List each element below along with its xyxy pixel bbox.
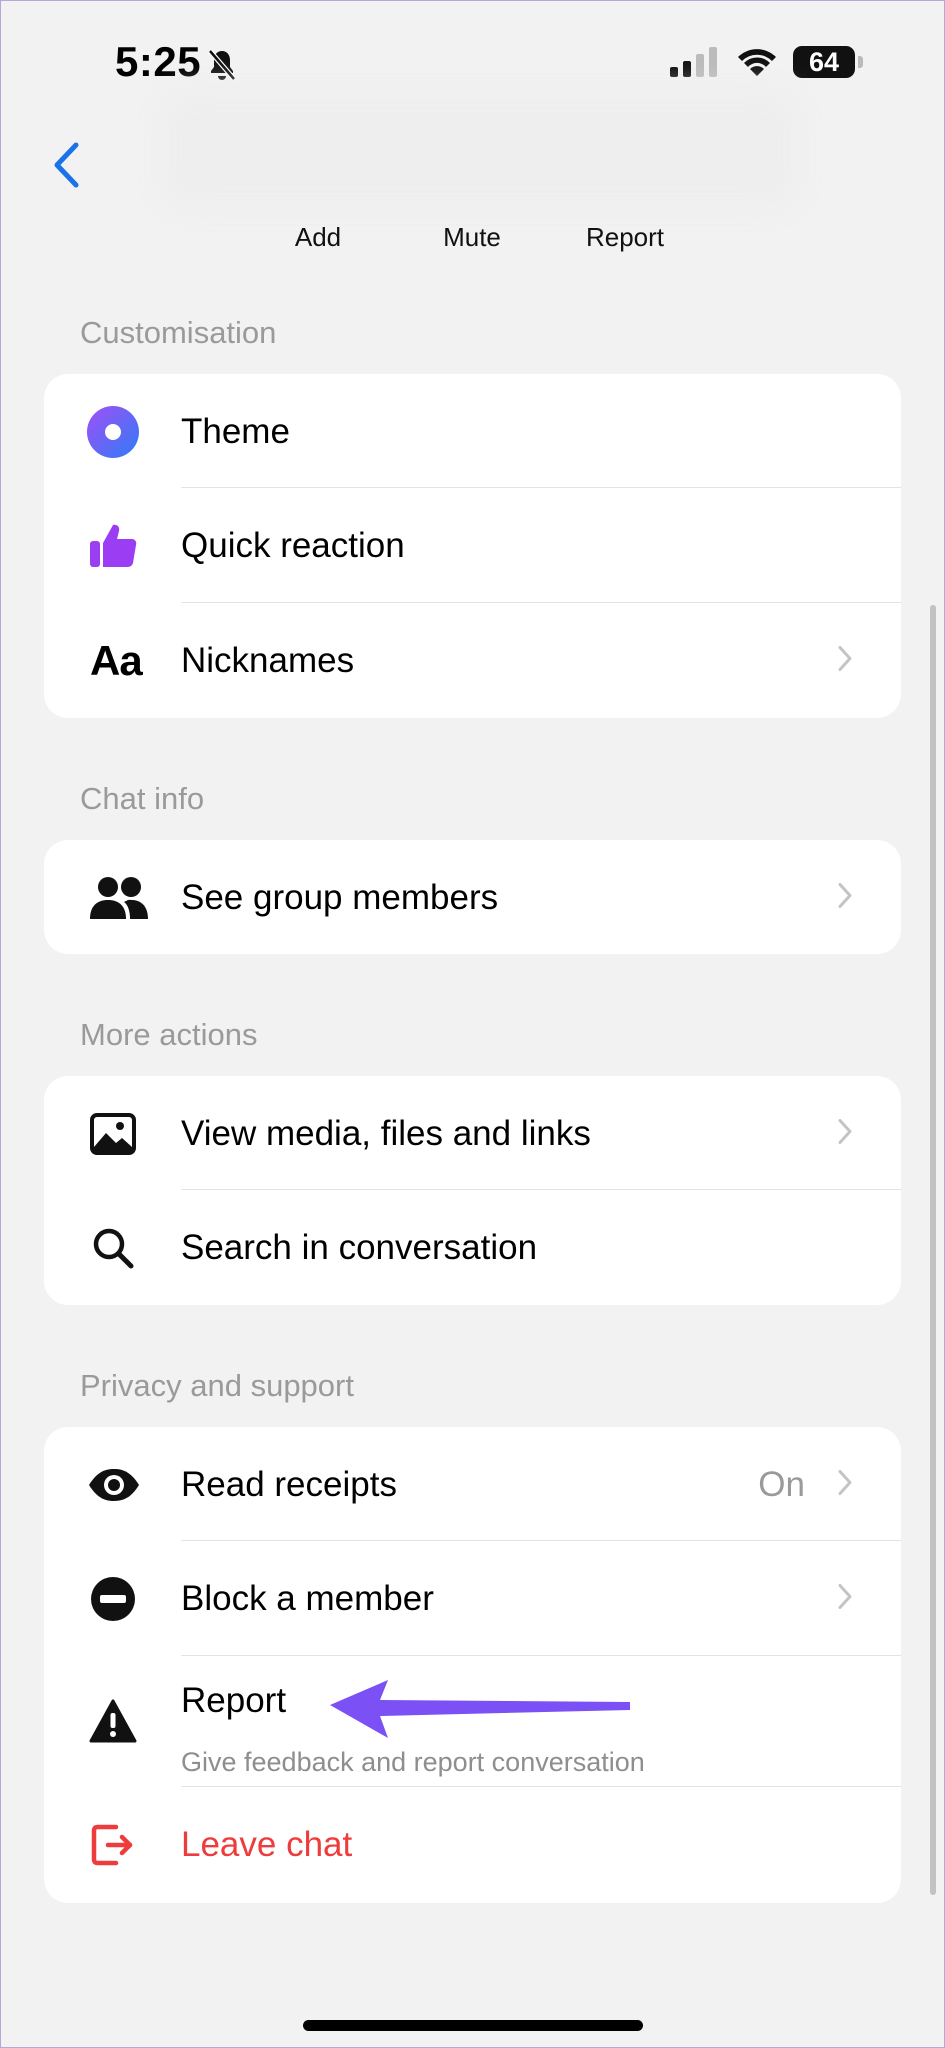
cellular-signal-icon — [670, 47, 720, 82]
search-icon — [86, 1221, 140, 1275]
scrollbar[interactable] — [930, 605, 936, 1895]
row-label: View media, files and links — [181, 1113, 591, 1153]
battery-cap — [858, 56, 863, 68]
row-label: Quick reaction — [181, 525, 405, 565]
chat-info-card: See group members — [44, 840, 901, 954]
section-title-chat-info: Chat info — [80, 781, 205, 816]
mute-action[interactable]: Mute — [407, 222, 537, 253]
row-label: Block a member — [181, 1578, 434, 1618]
leave-icon — [86, 1818, 140, 1872]
warning-icon — [86, 1694, 140, 1748]
back-button[interactable] — [40, 135, 92, 195]
row-read-receipts[interactable]: Read receipts On — [44, 1427, 901, 1542]
row-see-group-members[interactable]: See group members — [44, 840, 901, 954]
battery-indicator: 64 — [793, 46, 855, 78]
privacy-card: Read receipts On Block a member Report G… — [44, 1427, 901, 1903]
read-receipts-value: On — [758, 1464, 805, 1504]
annotation-arrow — [330, 1680, 630, 1755]
people-icon — [88, 871, 150, 925]
chevron-right-icon — [837, 1468, 853, 1501]
report-action[interactable]: Report — [560, 222, 690, 253]
chevron-right-icon — [837, 881, 853, 914]
chevron-right-icon — [837, 1117, 853, 1150]
row-label: Read receipts — [181, 1464, 397, 1504]
row-leave-chat[interactable]: Leave chat — [44, 1787, 901, 1902]
row-label: Nicknames — [181, 640, 355, 680]
battery-level: 64 — [808, 46, 840, 77]
minus-circle-icon — [86, 1572, 140, 1626]
row-label: Theme — [181, 411, 290, 451]
text-aa-icon: Aa — [90, 636, 143, 684]
section-title-more-actions: More actions — [80, 1017, 258, 1052]
row-label: Report — [181, 1681, 287, 1720]
blurred-header — [160, 90, 800, 210]
bell-muted-icon — [206, 48, 238, 87]
row-block-member[interactable]: Block a member — [44, 1541, 901, 1656]
theme-icon — [86, 405, 140, 459]
chevron-right-icon — [837, 1582, 853, 1615]
customisation-card: Theme Quick reaction Aa Nicknames — [44, 374, 901, 718]
chevron-left-icon — [54, 142, 79, 188]
home-indicator[interactable] — [303, 2020, 643, 2031]
wifi-icon — [735, 46, 779, 83]
row-label: Leave chat — [181, 1824, 353, 1864]
thumbs-up-icon — [86, 519, 140, 573]
image-icon — [86, 1107, 140, 1161]
row-theme[interactable]: Theme — [44, 374, 901, 489]
row-label: Search in conversation — [181, 1227, 538, 1267]
section-title-privacy: Privacy and support — [80, 1368, 354, 1403]
more-actions-card: View media, files and links Search in co… — [44, 1076, 901, 1305]
add-action[interactable]: Add — [253, 222, 383, 253]
row-search-in-conversation[interactable]: Search in conversation — [44, 1190, 901, 1305]
row-nicknames[interactable]: Aa Nicknames — [44, 603, 901, 718]
eye-icon — [86, 1458, 142, 1512]
status-time: 5:25 — [115, 38, 202, 85]
row-view-media[interactable]: View media, files and links — [44, 1076, 901, 1191]
section-title-customisation: Customisation — [80, 315, 277, 350]
row-quick-reaction[interactable]: Quick reaction — [44, 488, 901, 603]
row-label: See group members — [181, 877, 499, 917]
chevron-right-icon — [837, 644, 853, 677]
